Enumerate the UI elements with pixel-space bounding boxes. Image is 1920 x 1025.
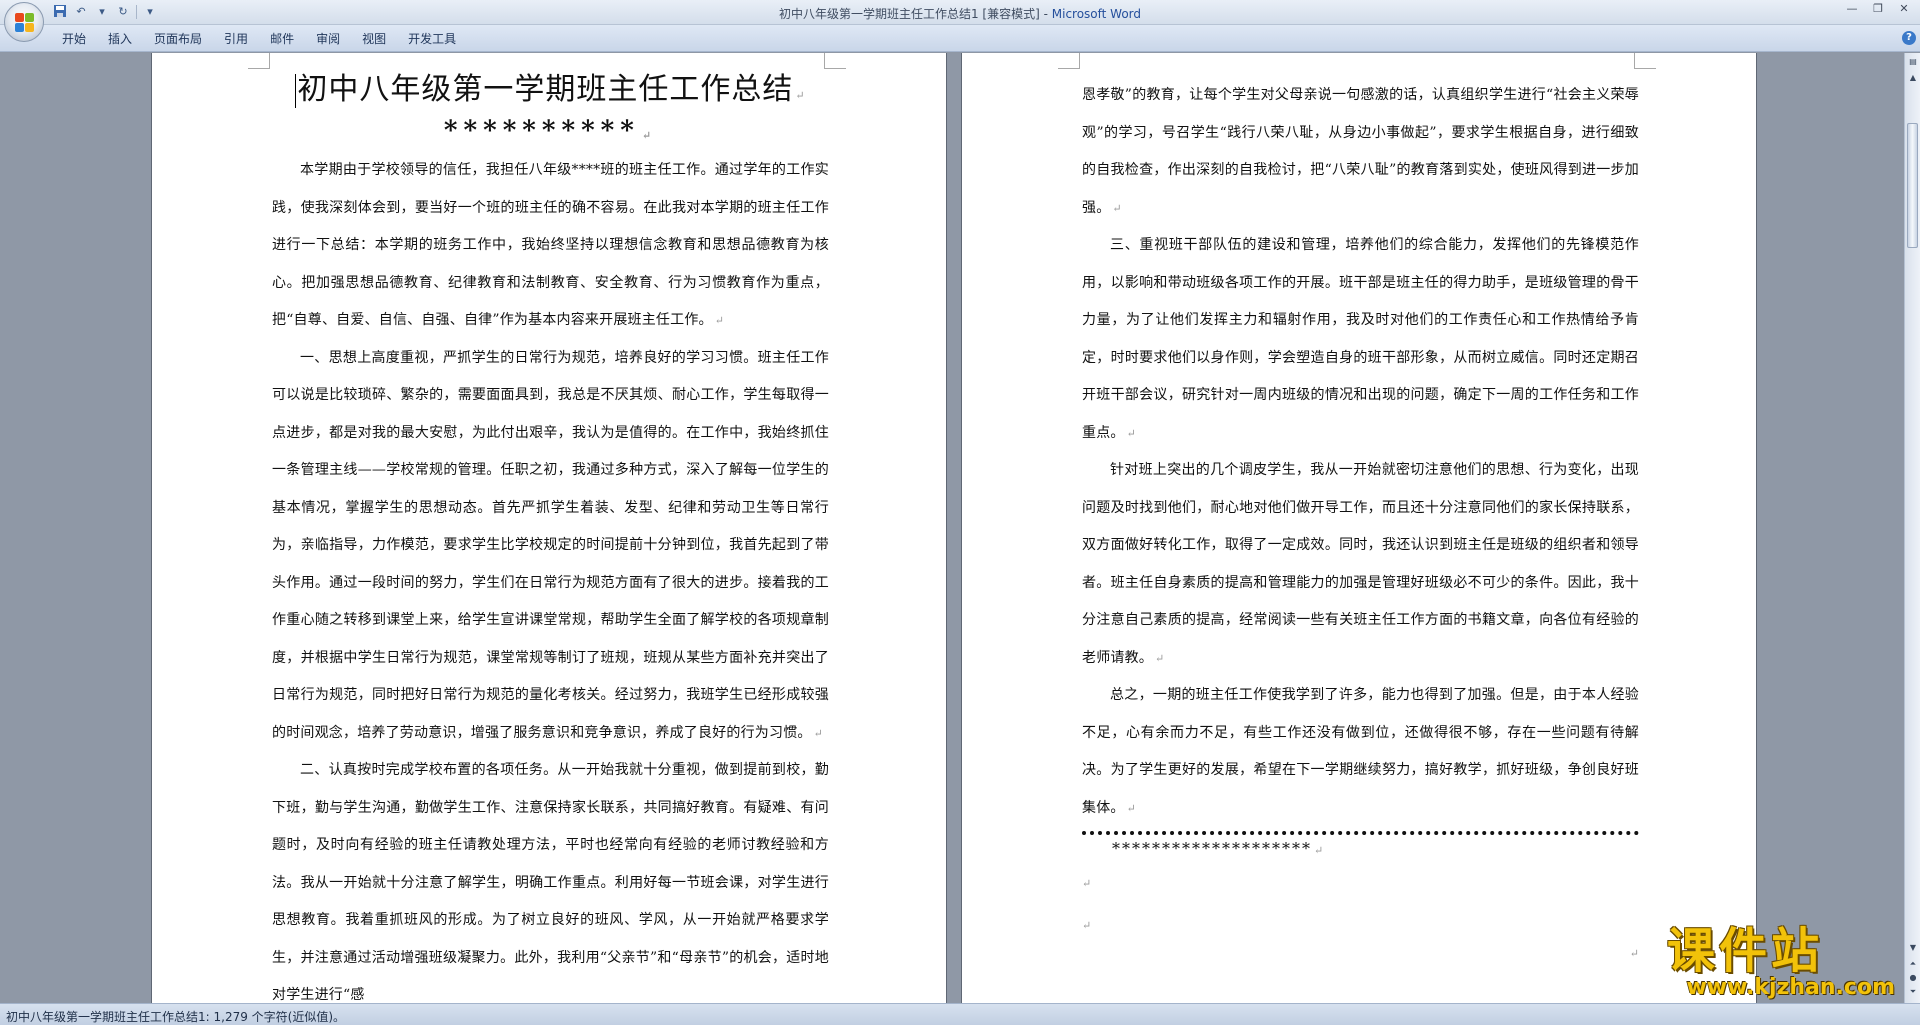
paragraph-mark: ↵ bbox=[1629, 947, 1639, 960]
title-bar: ↶ ▾ ↻ ▾ 初中八年级第一学期班主任工作总结1 [兼容模式] - Micro… bbox=[0, 0, 1920, 25]
document-title: 初中八年级第一学期班主任工作总结 ↵ bbox=[272, 71, 829, 115]
close-icon[interactable]: ✕ bbox=[1892, 2, 1916, 18]
office-button[interactable] bbox=[4, 2, 44, 42]
tab-developer[interactable]: 开发工具 bbox=[398, 29, 466, 49]
previous-page-icon[interactable]: ⏶ bbox=[1906, 957, 1920, 971]
empty-paragraph: ↵ bbox=[1082, 947, 1639, 960]
paragraph-text: 二、认真按时完成学校布置的各项任务。从一开始我就十分重视，做到提前到校，勤下班，… bbox=[272, 762, 829, 1003]
tab-review[interactable]: 审阅 bbox=[306, 29, 350, 49]
next-page-icon[interactable]: ⏷ bbox=[1906, 985, 1920, 999]
paragraph-mark: ↵ bbox=[641, 129, 658, 142]
margin-corner-top-right bbox=[1634, 53, 1656, 69]
trailing-stars: ******************** ↵ bbox=[1082, 837, 1639, 863]
paragraph-text: 本学期由于学校领导的信任，我担任八年级****班的班主任工作。通过学年的工作实践… bbox=[272, 162, 829, 328]
ribbon-tabs: 开始 插入 页面布局 引用 邮件 审阅 视图 开发工具 bbox=[52, 29, 466, 49]
paragraph-mark: ↵ bbox=[1082, 877, 1092, 890]
dotted-divider bbox=[1082, 831, 1639, 835]
tab-view[interactable]: 视图 bbox=[352, 29, 396, 49]
tab-insert[interactable]: 插入 bbox=[98, 29, 142, 49]
maximize-icon[interactable]: ❐ bbox=[1866, 2, 1890, 18]
paragraph-text: 针对班上突出的几个调皮学生，我从一开始就密切注意他们的思想、行为变化，出现问题及… bbox=[1082, 462, 1639, 666]
paragraph: 总之，一期的班主任工作使我学到了许多，能力也得到了加强。但是，由于本人经验不足，… bbox=[1082, 677, 1639, 827]
paragraph-mark: ↵ bbox=[1082, 919, 1092, 932]
paragraph-mark: ↵ bbox=[714, 314, 725, 327]
empty-paragraph: ↵ bbox=[1082, 905, 1639, 947]
window-title: 初中八年级第一学期班主任工作总结1 [兼容模式] - Microsoft Wor… bbox=[0, 5, 1920, 22]
paragraph-mark: ↵ bbox=[1126, 801, 1137, 815]
site-watermark: 课件站 www.kjzhan.com bbox=[1667, 923, 1907, 1000]
title-stars-text: ********** bbox=[443, 116, 640, 146]
window-title-document: 初中八年级第一学期班主任工作总结1 [兼容模式] - bbox=[778, 7, 1052, 21]
window-title-app: Microsoft Word bbox=[1051, 7, 1142, 21]
paragraph-text: 总之，一期的班主任工作使我学到了许多，能力也得到了加强。但是，由于本人经验不足，… bbox=[1082, 687, 1639, 816]
margin-corner-top-left bbox=[248, 53, 270, 69]
minimize-icon[interactable]: — bbox=[1840, 2, 1864, 18]
document-area[interactable]: 初中八年级第一学期班主任工作总结 ↵ ********** ↵ 本学期由于学校领导的… bbox=[0, 53, 1904, 1003]
paragraph-text: 恩孝敬”的教育，让每个学生对父母亲说一句感激的话，认真组织学生进行“社会主义荣辱… bbox=[1082, 87, 1639, 216]
window-controls: — ❐ ✕ bbox=[1840, 2, 1916, 18]
paragraph-mark: ↵ bbox=[1112, 201, 1122, 215]
tab-page-layout[interactable]: 页面布局 bbox=[144, 29, 212, 49]
paragraph: 三、重视班干部队伍的建设和管理，培养他们的综合能力，发挥他们的先锋模范作用，以影… bbox=[1082, 227, 1639, 452]
tab-home[interactable]: 开始 bbox=[52, 29, 96, 49]
office-logo-icon bbox=[15, 13, 35, 33]
paragraph: 本学期由于学校领导的信任，我担任八年级****班的班主任工作。通过学年的工作实践… bbox=[272, 152, 829, 340]
scrollbar-thumb[interactable] bbox=[1907, 123, 1918, 248]
tab-mailings[interactable]: 邮件 bbox=[260, 29, 304, 49]
ribbon: 开始 插入 页面布局 引用 邮件 审阅 视图 开发工具 ? bbox=[0, 25, 1920, 52]
watermark-url: www.kjzhan.com bbox=[1686, 975, 1895, 1000]
paragraph-mark: ↵ bbox=[813, 726, 824, 740]
document-title-stars: ********** ↵ bbox=[272, 115, 829, 152]
paragraph: 恩孝敬”的教育，让每个学生对父母亲说一句感激的话，认真组织学生进行“社会主义荣辱… bbox=[1082, 77, 1639, 227]
document-page-1[interactable]: 初中八年级第一学期班主任工作总结 ↵ ********** ↵ 本学期由于学校领导的… bbox=[151, 53, 947, 1003]
watermark-title: 课件站 bbox=[1667, 923, 1824, 979]
paragraph-mark: ↵ bbox=[1314, 844, 1326, 857]
paragraph-text: 三、重视班干部队伍的建设和管理，培养他们的综合能力，发挥他们的先锋模范作用，以影… bbox=[1082, 237, 1639, 441]
vertical-scrollbar[interactable]: ▤ ▲ ▼ ⏶ ● ⏷ bbox=[1904, 53, 1920, 1003]
paragraph: 二、认真按时完成学校布置的各项任务。从一开始我就十分重视，做到提前到校，勤下班，… bbox=[272, 752, 829, 1003]
paragraph-mark: ↵ bbox=[795, 89, 806, 102]
trailing-stars-text: ******************** bbox=[1112, 839, 1312, 858]
status-bar: 初中八年级第一学期班主任工作总结1: 1,279 个字符(近似值)。 bbox=[0, 1003, 1920, 1025]
scroll-up-icon[interactable]: ▲ bbox=[1906, 71, 1920, 85]
ruler-toggle-icon[interactable]: ▤ bbox=[1906, 55, 1920, 69]
paragraph-text: 一、思想上高度重视，严抓学生的日常行为规范，培养良好的学习习惯。班主任工作可以说… bbox=[272, 349, 829, 741]
scroll-down-icon[interactable]: ▼ bbox=[1906, 941, 1920, 955]
paragraph: 一、思想上高度重视，严抓学生的日常行为规范，培养良好的学习习惯。班主任工作可以说… bbox=[272, 340, 829, 753]
page-1-text[interactable]: 初中八年级第一学期班主任工作总结 ↵ ********** ↵ 本学期由于学校领导的… bbox=[272, 71, 829, 1003]
tab-references[interactable]: 引用 bbox=[214, 29, 258, 49]
empty-paragraph: ↵ bbox=[1082, 863, 1639, 905]
page-2-text[interactable]: 恩孝敬”的教育，让每个学生对父母亲说一句感激的话，认真组织学生进行“社会主义荣辱… bbox=[1082, 77, 1639, 960]
document-page-2[interactable]: 恩孝敬”的教育，让每个学生对父母亲说一句感激的话，认真组织学生进行“社会主义荣辱… bbox=[961, 53, 1757, 1003]
status-text: 初中八年级第一学期班主任工作总结1: 1,279 个字符(近似值)。 bbox=[6, 1010, 346, 1024]
margin-corner-top-left bbox=[1058, 53, 1080, 69]
document-title-text: 初中八年级第一学期班主任工作总结 bbox=[297, 72, 794, 107]
paragraph-mark: ↵ bbox=[1126, 426, 1137, 440]
select-browse-object-icon[interactable]: ● bbox=[1906, 971, 1920, 985]
help-icon[interactable]: ? bbox=[1902, 31, 1916, 45]
paragraph-mark: ↵ bbox=[1155, 651, 1165, 665]
paragraph: 针对班上突出的几个调皮学生，我从一开始就密切注意他们的思想、行为变化，出现问题及… bbox=[1082, 452, 1639, 677]
margin-corner-top-right bbox=[824, 53, 846, 69]
